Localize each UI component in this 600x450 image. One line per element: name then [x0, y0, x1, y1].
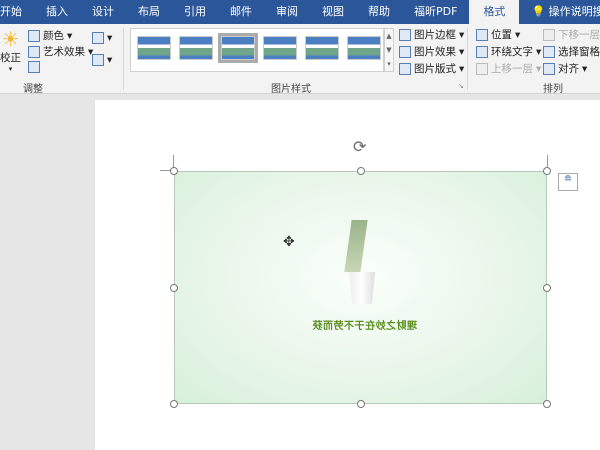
compress-pictures-button[interactable] — [28, 61, 40, 73]
divider — [123, 28, 124, 90]
tab-format[interactable]: 格式 — [469, 0, 520, 24]
layout-options-button[interactable]: ≘ — [558, 173, 578, 191]
style-thumb[interactable] — [218, 33, 258, 63]
layout-options-icon: ≘ — [563, 174, 573, 185]
picture-layout-button[interactable]: 图片版式 ▾ — [399, 61, 464, 76]
artistic-effects-button[interactable]: 艺术效果 ▾ — [28, 44, 93, 59]
divider — [467, 28, 468, 90]
move-cursor-icon: ✥ — [283, 234, 295, 250]
resize-handle[interactable] — [357, 400, 365, 408]
ribbon: ☀ 校正 ▾ 颜色 ▾ 艺术效果 ▾ ▾ ▾ 调整 ▲ ▼ ▾ 图片边框 ▾ 图片效果 ▾ … — [0, 24, 600, 95]
picture-effects-button[interactable]: 图片效果 ▾ — [399, 44, 464, 59]
sun-icon: ☀ — [1, 27, 20, 51]
ribbon-tabs: 开始 插入 设计 布局 引用 邮件 审阅 视图 帮助 福昕PDF 格式 💡 操作… — [0, 0, 600, 24]
tab-review[interactable]: 审阅 — [264, 0, 310, 24]
position-icon — [476, 28, 488, 41]
effects-icon — [399, 45, 411, 58]
resize-handle[interactable] — [357, 167, 365, 175]
align-button[interactable]: 对齐 ▾ — [543, 61, 587, 76]
tab-home[interactable]: 开始 — [0, 0, 34, 24]
change-picture-button[interactable]: ▾ — [92, 32, 112, 44]
adjust-group-label: 调整 — [23, 84, 43, 95]
pen-icon — [399, 28, 411, 41]
lightbulb-icon: 💡 — [531, 5, 549, 18]
style-thumb[interactable] — [179, 36, 213, 60]
wrap-text-button[interactable]: 环绕文字 ▾ — [476, 44, 541, 59]
picture-border-button[interactable]: 图片边框 ▾ — [399, 27, 464, 42]
style-thumb[interactable] — [263, 36, 297, 60]
tab-help[interactable]: 帮助 — [356, 0, 402, 24]
picture-layout-icon — [399, 62, 411, 75]
selection-pane-button[interactable]: 选择窗格 — [543, 44, 600, 59]
tab-design[interactable]: 设计 — [80, 0, 126, 24]
styles-group-label: 图片样式 — [271, 84, 311, 95]
tab-insert[interactable]: 插入 — [34, 0, 80, 24]
resize-handle[interactable] — [170, 167, 178, 175]
color-button[interactable]: 颜色 ▾ — [28, 28, 72, 43]
flower-pot-graphic — [349, 272, 375, 304]
tab-view[interactable]: 视图 — [310, 0, 356, 24]
reset-picture-button[interactable]: ▾ — [92, 54, 112, 66]
artistic-effects-icon — [28, 45, 40, 58]
tell-me-search[interactable]: 💡 操作说明搜索 — [519, 0, 600, 24]
resize-handle[interactable] — [543, 400, 551, 408]
color-icon — [28, 29, 40, 42]
resize-handle[interactable] — [170, 400, 178, 408]
style-thumb[interactable] — [137, 36, 171, 60]
resize-handle[interactable] — [170, 284, 178, 292]
picture-caption: 理财之妙在于不劳而获 — [312, 321, 417, 332]
resize-handle[interactable] — [543, 167, 551, 175]
corrections-button[interactable]: ☀ 校正 ▾ — [0, 28, 21, 73]
position-button[interactable]: 位置 ▾ — [476, 27, 520, 42]
resize-handle[interactable] — [543, 284, 551, 292]
send-backward-button[interactable]: 下移一层 — [543, 27, 600, 42]
rotate-handle-icon[interactable]: ⟳ — [353, 137, 366, 156]
selection-pane-icon — [543, 45, 555, 58]
dialog-launcher-icon[interactable]: ↘ — [458, 82, 464, 90]
compress-icon — [28, 61, 40, 73]
reset-picture-icon — [92, 54, 104, 66]
arrange-group-label: 排列 — [543, 84, 563, 95]
bring-forward-button[interactable]: 上移一层 ▾ — [476, 61, 541, 76]
wrap-text-icon — [476, 45, 488, 58]
tab-layout[interactable]: 布局 — [126, 0, 172, 24]
gallery-scroll[interactable]: ▲ ▼ ▾ — [384, 28, 394, 72]
send-backward-icon — [543, 28, 555, 41]
change-picture-icon — [92, 32, 104, 44]
tab-foxit-pdf[interactable]: 福昕PDF — [402, 0, 469, 24]
align-icon — [543, 62, 555, 75]
bring-forward-icon — [476, 62, 488, 75]
tab-references[interactable]: 引用 — [172, 0, 218, 24]
style-thumb[interactable] — [347, 36, 381, 60]
tab-mailings[interactable]: 邮件 — [218, 0, 264, 24]
picture-styles-gallery — [130, 28, 384, 72]
style-thumb[interactable] — [305, 36, 339, 60]
